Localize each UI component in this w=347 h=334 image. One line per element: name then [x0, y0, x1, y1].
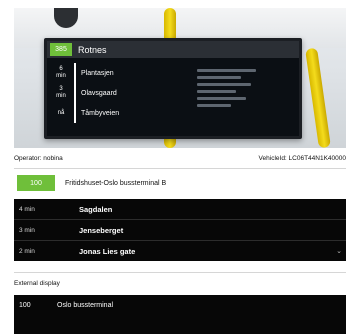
external-route-number: 100: [19, 301, 31, 309]
departure-stop: Jenseberget: [79, 225, 124, 235]
external-display-row: 100 Oslo bussterminal: [14, 295, 346, 315]
departure-stop: Sagdalen: [79, 204, 113, 214]
onboard-screen: 385 Rotnes 6 min Plantasjen 3 min Olavsg…: [44, 38, 302, 139]
divider: [14, 168, 346, 169]
screen-right-panel: [197, 65, 295, 131]
screen-stop: 3 min Olavsgaard: [53, 83, 173, 103]
vehicle-info-bar: Operator: nobina VehicleId: LC06T44N1K40…: [14, 152, 346, 164]
screen-stop: 6 min Plantasjen: [53, 63, 173, 83]
departure-list: 4 min Sagdalen 3 min Jenseberget 2 min J…: [14, 199, 346, 261]
route-row: 100 Fritidshuset-Oslo bussterminal B: [14, 174, 346, 192]
route-line: [74, 63, 76, 83]
departure-stop: Jonas Lies gate: [79, 246, 136, 256]
screen-stop: nå Tåmbyveien: [53, 103, 173, 123]
departure-row: 4 min Sagdalen: [14, 199, 346, 219]
screen-stop-minutes: 6 min: [56, 66, 66, 79]
departure-minutes: 2 min: [19, 247, 35, 255]
route-line: [74, 103, 76, 123]
external-display-title: External display: [14, 280, 60, 287]
departure-row: 2 min Jonas Lies gate ⌄: [14, 240, 346, 261]
screen-header: 385 Rotnes: [47, 41, 299, 58]
screen-stop-name: Olavsgaard: [81, 89, 117, 97]
departure-minutes: 3 min: [19, 226, 35, 234]
screen-stop-minutes: 3 min: [56, 86, 66, 99]
bus-display-photo: 385 Rotnes 6 min Plantasjen 3 min Olavsg…: [14, 8, 346, 148]
route-name: Fritidshuset-Oslo bussterminal B: [65, 179, 167, 187]
screen-stop-name: Plantasjen: [81, 69, 114, 77]
external-display-panel: 100 Oslo bussterminal: [14, 295, 346, 334]
screen-route-badge: 385: [50, 43, 72, 56]
screen-stop-name: Tåmbyveien: [81, 109, 120, 117]
route-line: [74, 83, 76, 103]
screen-stop-list: 6 min Plantasjen 3 min Olavsgaard nå Tåm…: [53, 63, 173, 123]
route-number-badge: 100: [17, 175, 55, 191]
screen-stop-minutes: nå: [57, 109, 65, 116]
departure-minutes: 4 min: [19, 205, 35, 213]
chevron-down-icon[interactable]: ⌄: [336, 247, 342, 255]
departure-row: 3 min Jenseberget: [14, 219, 346, 240]
screen-destination: Rotnes: [78, 44, 107, 55]
yellow-pole-right: [305, 47, 331, 148]
divider: [14, 272, 346, 273]
operator-label: Operator: nobina: [14, 154, 63, 162]
vehicle-id-label: VehicleId: LC06T44N1K40000: [258, 154, 346, 162]
external-destination: Oslo bussterminal: [57, 301, 114, 309]
